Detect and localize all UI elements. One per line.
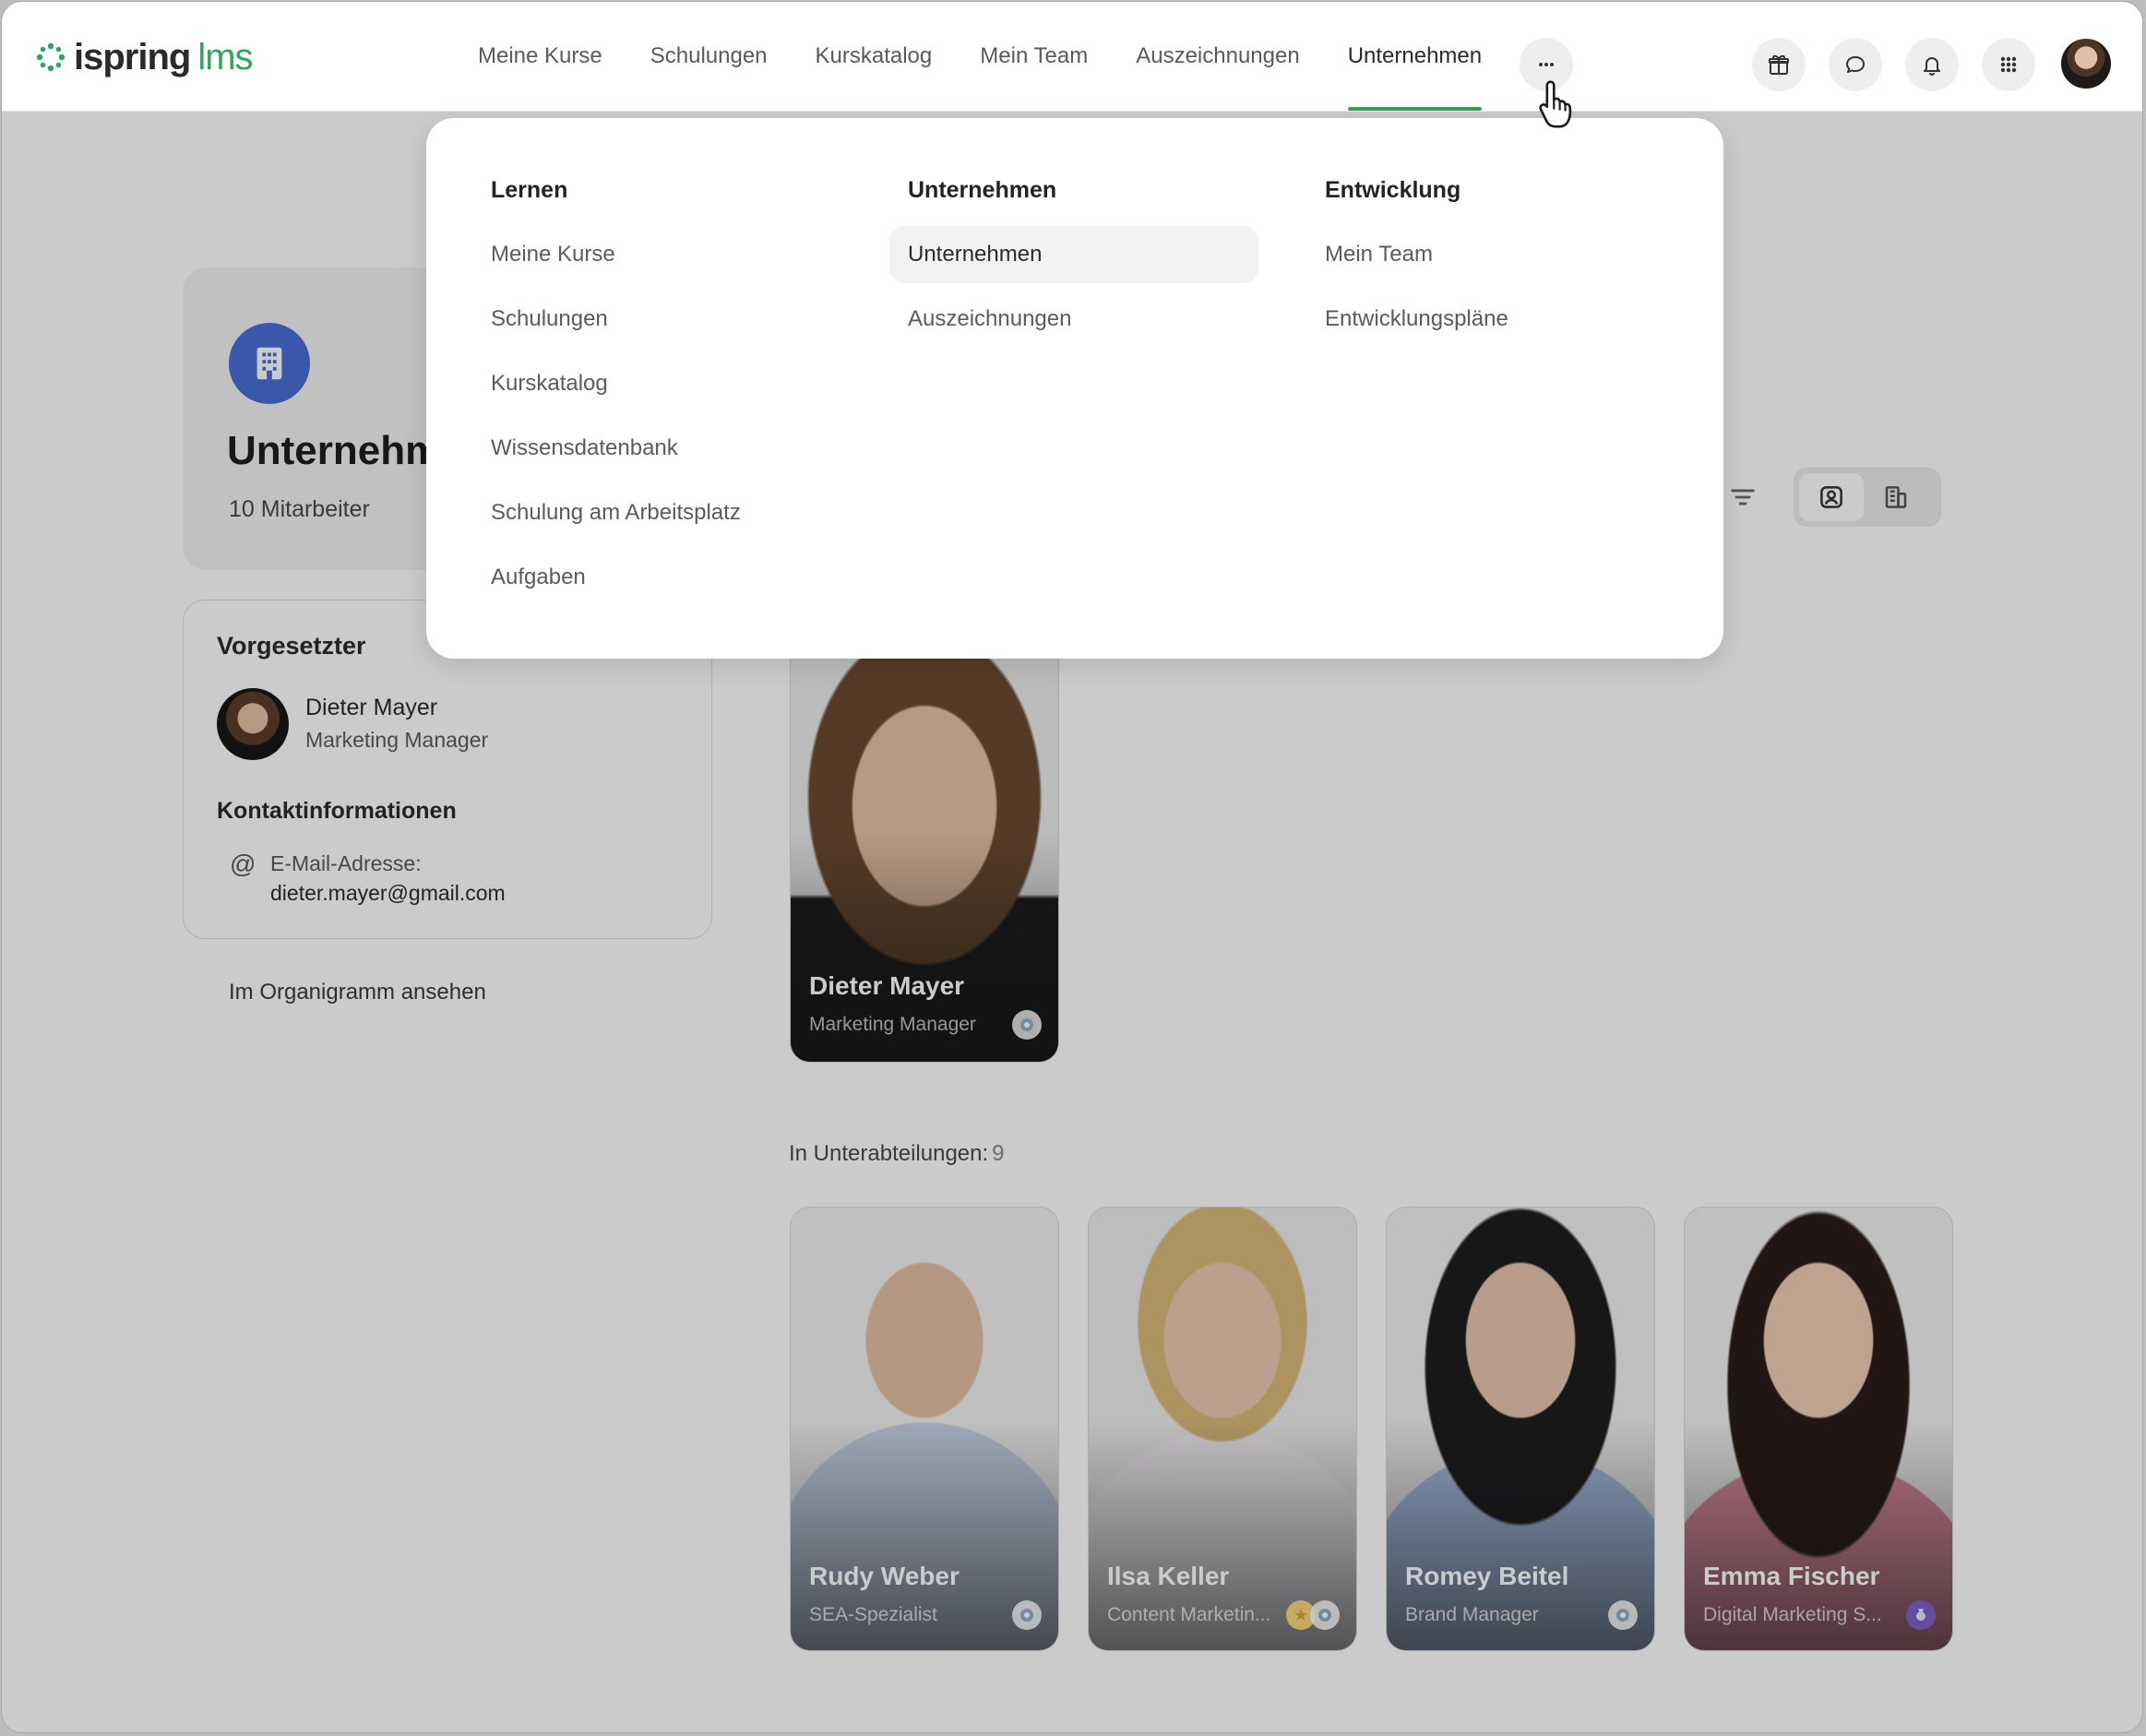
menu-item-wissensdatenbank[interactable]: Wissensdatenbank bbox=[491, 430, 741, 467]
bell-icon bbox=[1924, 57, 1940, 76]
menu-item-kurskatalog[interactable]: Kurskatalog bbox=[491, 365, 741, 402]
notifications-button[interactable] bbox=[1905, 38, 1959, 91]
gift-icon bbox=[1769, 54, 1789, 75]
main-nav: Meine Kurse Schulungen Kurskatalog Mein … bbox=[478, 2, 1530, 111]
menu-column-lernen: Lernen Meine Kurse Schulungen Kurskatalo… bbox=[491, 172, 741, 624]
hand-pointer-cursor-icon bbox=[1539, 80, 1572, 128]
more-menu-dropdown: Lernen Meine Kurse Schulungen Kurskatalo… bbox=[426, 118, 1723, 659]
menu-item-aufgaben[interactable]: Aufgaben bbox=[491, 559, 741, 596]
logo-name: ispring bbox=[74, 36, 191, 77]
gift-button[interactable] bbox=[1752, 38, 1806, 91]
menu-item-schulungen[interactable]: Schulungen bbox=[491, 301, 741, 338]
menu-item-entwicklungsplaene[interactable]: Entwicklungspläne bbox=[1325, 301, 1508, 338]
logo-suffix: lms bbox=[197, 36, 253, 77]
top-navigation-bar: ispring lms Meine Kurse Schulungen Kurska… bbox=[2, 2, 2142, 112]
menu-item-unternehmen[interactable]: Unternehmen bbox=[889, 226, 1258, 283]
chat-icon bbox=[1846, 56, 1865, 73]
menu-heading-unternehmen: Unternehmen bbox=[908, 177, 1057, 203]
nav-item-unternehmen[interactable]: Unternehmen bbox=[1347, 2, 1483, 111]
logo-text: ispring lms bbox=[74, 36, 254, 78]
nav-item-mein-team[interactable]: Mein Team bbox=[980, 2, 1088, 111]
nav-item-schulungen[interactable]: Schulungen bbox=[650, 2, 768, 111]
menu-column-unternehmen: Unternehmen Unternehmen Auszeichnungen bbox=[889, 172, 1258, 365]
menu-column-entwicklung: Entwicklung Mein Team Entwicklungspläne bbox=[1325, 172, 1508, 365]
menu-heading-entwicklung: Entwicklung bbox=[1325, 177, 1461, 203]
app-logo[interactable]: ispring lms bbox=[35, 36, 254, 78]
app-window: Unternehmen 10 Mitarbeiter Vorgesetzter … bbox=[2, 2, 2142, 1732]
nav-item-meine-kurse[interactable]: Meine Kurse bbox=[478, 2, 602, 111]
menu-item-schulung-am-arbeitsplatz[interactable]: Schulung am Arbeitsplatz bbox=[491, 494, 741, 531]
chat-button[interactable] bbox=[1829, 38, 1882, 91]
more-horizontal-icon bbox=[1539, 63, 1554, 66]
apps-grid-icon bbox=[2000, 56, 2017, 73]
nav-item-kurskatalog[interactable]: Kurskatalog bbox=[816, 2, 933, 111]
user-avatar[interactable] bbox=[2061, 39, 2111, 89]
menu-item-mein-team[interactable]: Mein Team bbox=[1325, 236, 1508, 273]
menu-heading-lernen: Lernen bbox=[491, 177, 568, 203]
ispring-logo-icon bbox=[36, 42, 66, 72]
menu-item-meine-kurse[interactable]: Meine Kurse bbox=[491, 236, 741, 273]
apps-button[interactable] bbox=[1982, 38, 2035, 91]
menu-item-auszeichnungen[interactable]: Auszeichnungen bbox=[908, 301, 1258, 338]
nav-item-auszeichnungen[interactable]: Auszeichnungen bbox=[1136, 2, 1299, 111]
